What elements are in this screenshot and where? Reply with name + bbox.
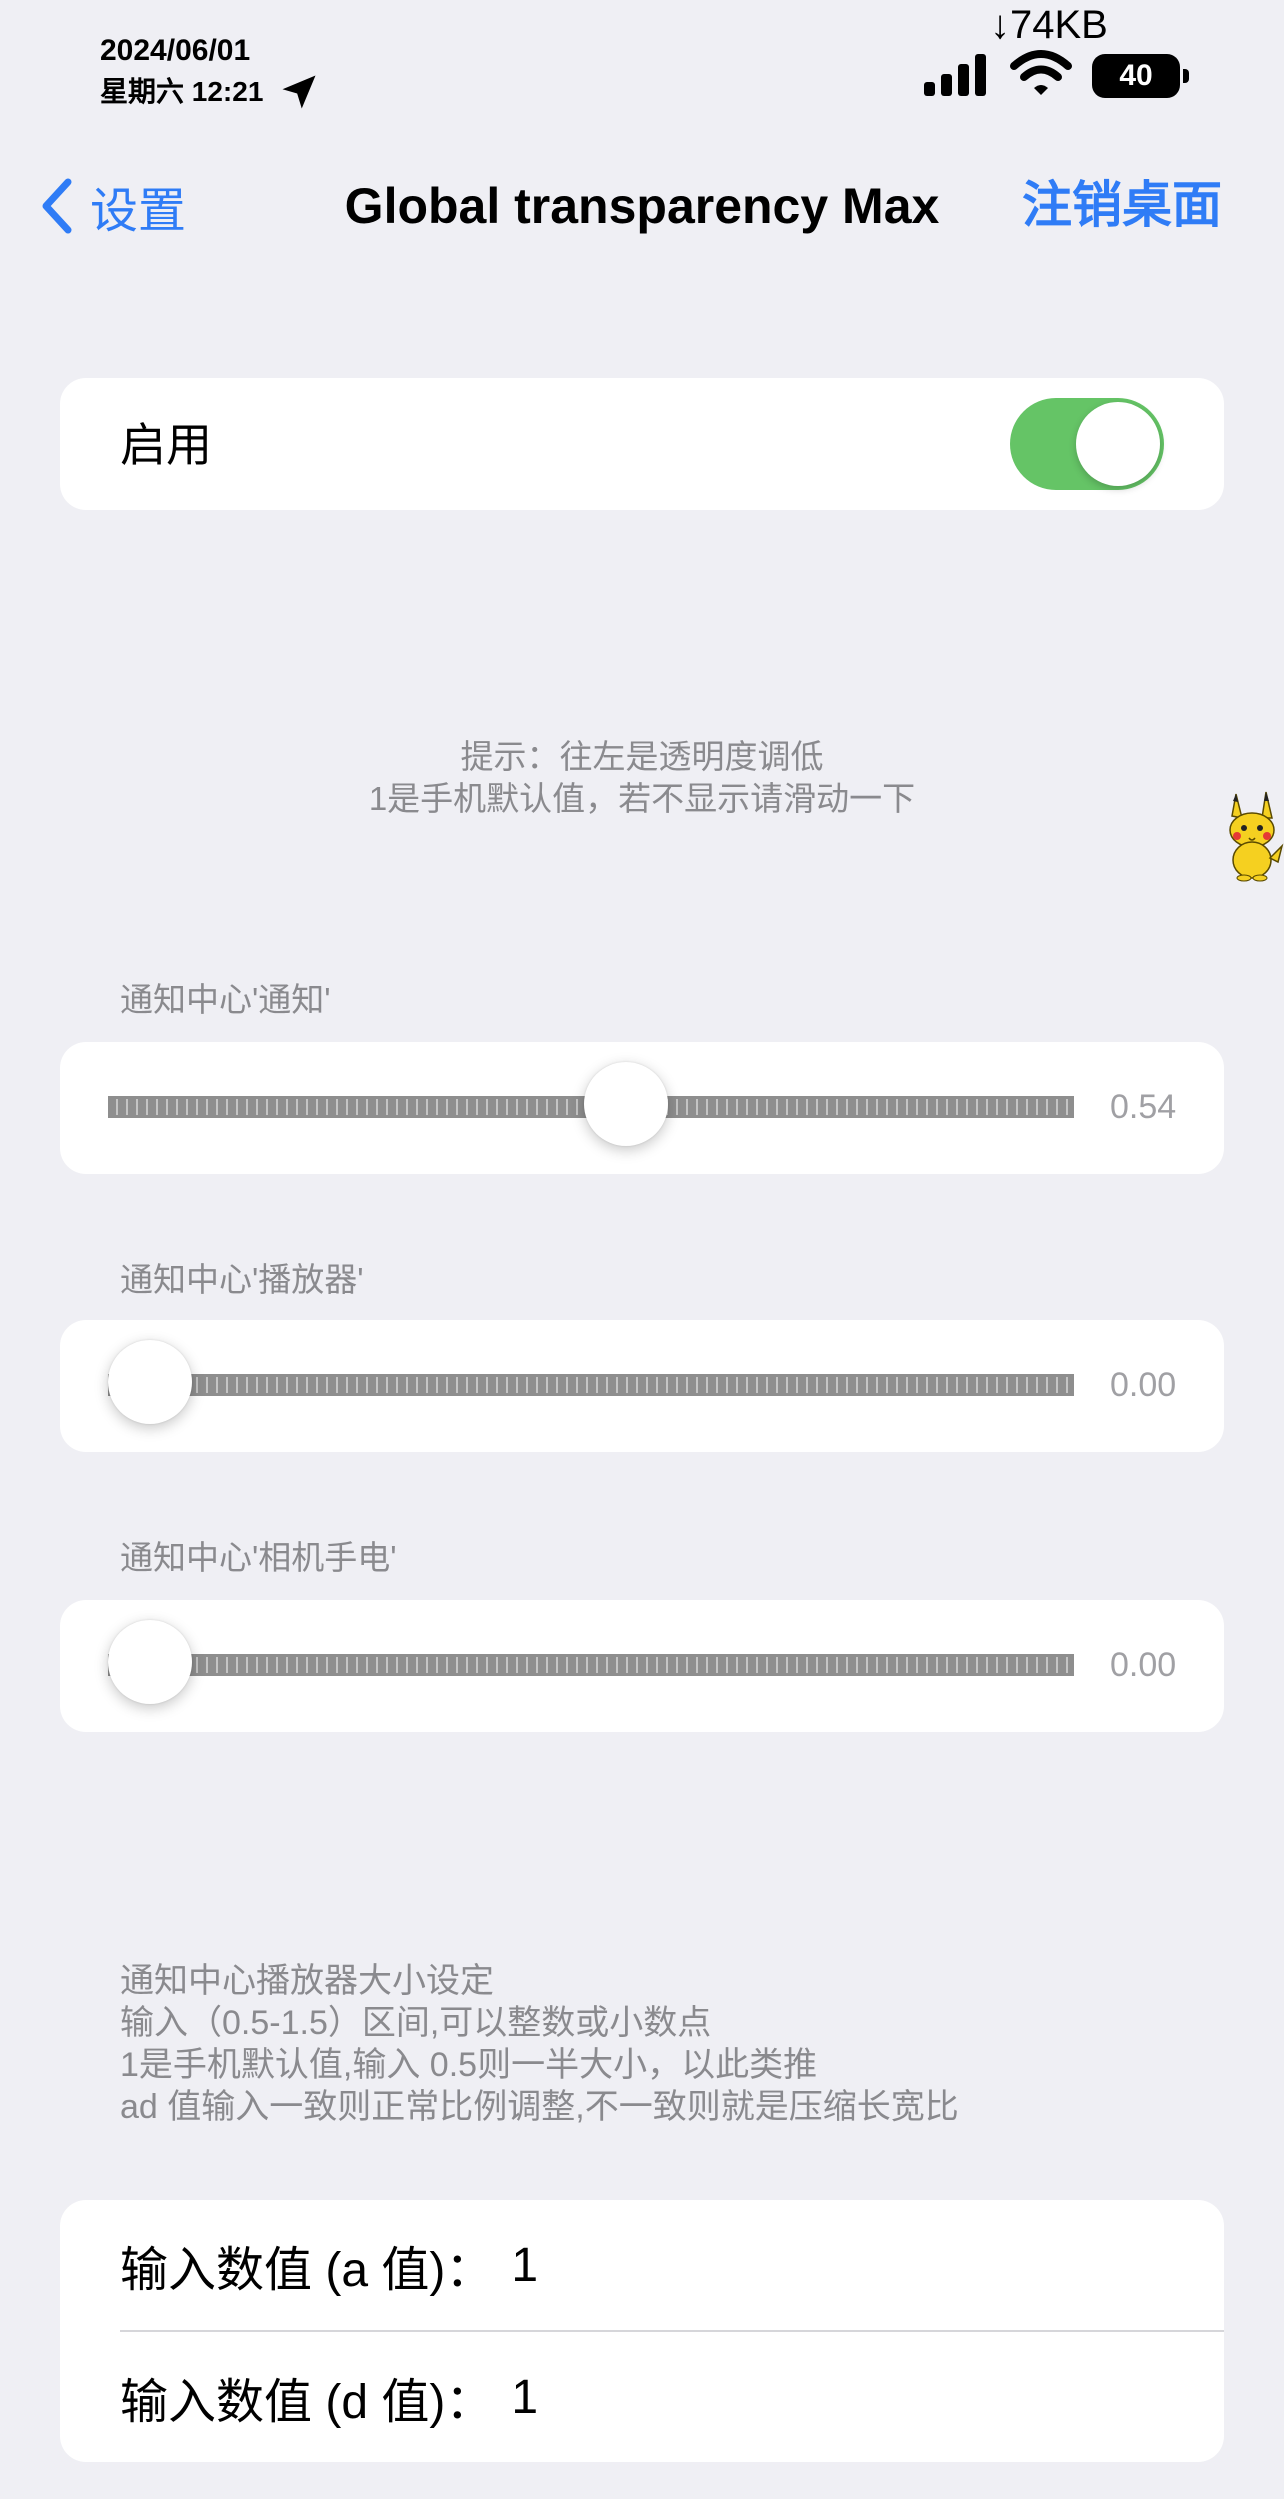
slider-card-camera-flashlight: 0.00 xyxy=(60,1600,1224,1732)
slider-value: 0.00 xyxy=(1110,1646,1177,1684)
chevron-left-icon xyxy=(42,178,72,234)
enable-toggle[interactable] xyxy=(1010,398,1164,490)
toggle-knob xyxy=(1076,402,1160,486)
network-speed: ↓74KB xyxy=(990,3,1108,47)
slider-value: 0.54 xyxy=(1110,1088,1177,1126)
slider-thumb[interactable] xyxy=(584,1062,669,1146)
battery-level: 40 xyxy=(1092,54,1180,98)
description-line: 1是手机默认值,输入 0.5则一半大小，以此类推 xyxy=(120,2046,818,2084)
slider-card-notifications: 0.54 xyxy=(60,1042,1224,1174)
location-arrow-icon xyxy=(282,75,316,109)
description-line: 通知中心播放器大小设定 xyxy=(120,1962,494,2000)
description-line: ad 值输入一致则正常比例调整,不一致则就是压缩长宽比 xyxy=(120,2088,959,2126)
hint-line-1: 提示：往左是透明度调低 xyxy=(460,738,824,775)
cellular-signal-icon xyxy=(924,54,986,96)
a-value-input[interactable] xyxy=(511,2237,1012,2293)
enable-label: 启用 xyxy=(120,419,212,471)
slider-card-player: 0.00 xyxy=(60,1320,1224,1452)
description-line: 输入（0.5-1.5）区间,可以整数或小数点 xyxy=(120,2004,712,2042)
slider-thumb[interactable] xyxy=(108,1620,192,1704)
slider-thumb[interactable] xyxy=(108,1340,192,1424)
d-value-row: 输入数值 (d 值)： xyxy=(60,2332,1224,2462)
page-title: Global transparency Max xyxy=(344,178,940,234)
d-value-label: 输入数值 (d 值)： xyxy=(120,2376,494,2429)
status-weekday-time: 星期六 12:21 xyxy=(100,76,264,107)
a-value-row: 输入数值 (a 值)： xyxy=(60,2200,1224,2330)
enable-card: 启用 xyxy=(60,378,1224,510)
slider-track[interactable] xyxy=(108,1374,1074,1396)
scale-input-card: 输入数值 (a 值)： 输入数值 (d 值)： xyxy=(60,2200,1224,2462)
player-size-description: 通知中心播放器大小设定 输入（0.5-1.5）区间,可以整数或小数点 1是手机默… xyxy=(120,1960,959,2128)
hint-text: 提示：往左是透明度调低 1是手机默认值，若不显示请滑动一下 xyxy=(0,736,1284,820)
wifi-icon xyxy=(1010,50,1072,95)
back-button[interactable]: 设置 xyxy=(36,170,186,242)
slider-track[interactable] xyxy=(108,1654,1074,1676)
settings-page: 2024/06/01 星期六 12:21 ↓74KB 40 设置 Global … xyxy=(0,0,1284,2499)
hint-line-2: 1是手机默认值，若不显示请滑动一下 xyxy=(368,780,916,817)
a-value-label: 输入数值 (a 值)： xyxy=(120,2244,494,2297)
d-value-input[interactable] xyxy=(511,2369,1012,2425)
status-date: 2024/06/01 xyxy=(100,34,251,67)
back-button-label: 设置 xyxy=(90,185,187,238)
slider-label-player: 通知中心'播放器' xyxy=(120,1261,364,1298)
respring-button[interactable]: 注销桌面 xyxy=(1022,174,1222,236)
slider-label-camera-flashlight: 通知中心'相机手电' xyxy=(120,1539,397,1576)
pikachu-sticker-icon xyxy=(1229,791,1284,882)
slider-label-notifications: 通知中心'通知' xyxy=(120,981,331,1018)
battery-icon: 40 xyxy=(1092,54,1190,98)
status-time-row: 星期六 12:21 xyxy=(100,70,321,114)
slider-value: 0.00 xyxy=(1110,1366,1177,1404)
battery-cap xyxy=(1183,69,1189,83)
